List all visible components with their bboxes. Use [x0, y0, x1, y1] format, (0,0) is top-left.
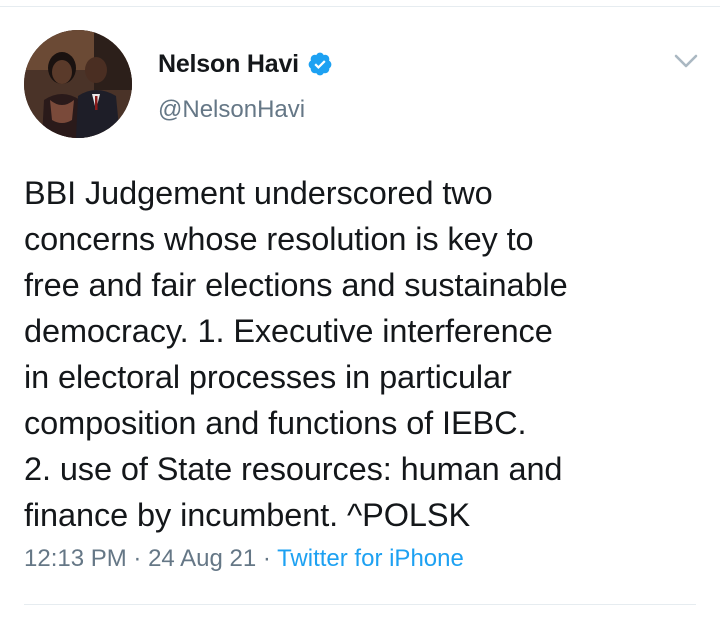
tweet-text: BBI Judgement underscored two concerns w… — [24, 175, 568, 533]
chevron-down-icon[interactable] — [670, 48, 702, 74]
tweet-metadata: 12:13 PM · 24 Aug 21 · Twitter for iPhon… — [24, 545, 464, 573]
author-display-name[interactable]: Nelson Havi — [158, 50, 299, 79]
meta-separator: · — [126, 545, 149, 572]
avatar-photo — [24, 30, 132, 138]
tweet-date[interactable]: 24 Aug 21 — [148, 545, 256, 572]
top-divider — [0, 6, 720, 7]
verified-badge-icon — [307, 51, 333, 77]
avatar[interactable] — [24, 30, 132, 138]
author-name-row[interactable]: Nelson Havi — [158, 46, 333, 82]
tweet-card: Nelson Havi @NelsonHavi BBI Judgement un… — [0, 0, 720, 622]
bottom-divider — [24, 604, 696, 605]
author-handle[interactable]: @NelsonHavi — [158, 96, 305, 124]
meta-separator-2: · — [256, 545, 278, 572]
tweet-source-link[interactable]: Twitter for iPhone — [277, 545, 464, 572]
tweet-time[interactable]: 12:13 PM — [24, 545, 127, 572]
